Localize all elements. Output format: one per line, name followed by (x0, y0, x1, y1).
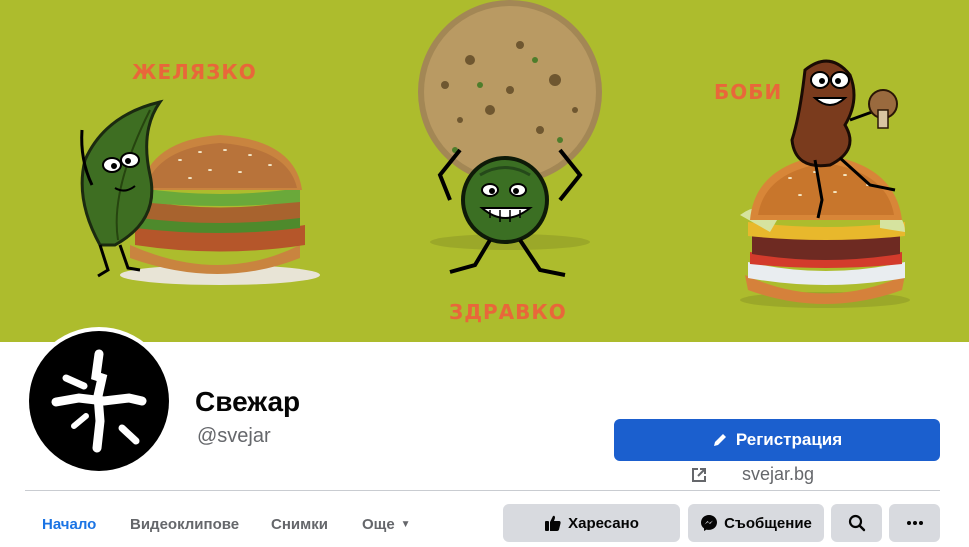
message-button-label: Съобщение (724, 514, 812, 532)
tab-more-label: Още (362, 516, 395, 533)
pencil-icon (713, 434, 726, 446)
tab-more[interactable]: Още ▼ (362, 516, 411, 533)
page-handle: @svejar (197, 425, 271, 447)
cover-illustration (80, 0, 910, 308)
left-burger (80, 99, 320, 285)
svejar-logo-icon (51, 349, 147, 453)
external-link-icon (692, 467, 706, 482)
register-button-label: Регистрация (735, 430, 843, 449)
search-button[interactable] (831, 504, 882, 542)
tab-home[interactable]: Начало (42, 516, 96, 533)
cover-label-bobi: БОБИ (714, 80, 783, 104)
divider (25, 490, 940, 491)
search-icon (848, 514, 865, 532)
tab-photos[interactable]: Снимки (271, 516, 328, 533)
messenger-icon (701, 515, 718, 531)
thumbs-up-icon (545, 515, 561, 531)
avatar-logo (29, 331, 169, 471)
like-button-label: Харесано (568, 514, 639, 532)
caret-down-icon: ▼ (400, 519, 411, 530)
avatar[interactable] (25, 327, 173, 475)
more-dots-icon (906, 521, 923, 525)
page-title: Свежар (195, 386, 301, 417)
more-options-button[interactable] (889, 504, 940, 542)
register-button[interactable]: Регистрация (614, 419, 940, 461)
message-button[interactable]: Съобщение (688, 504, 824, 542)
cover-photo[interactable]: ЖЕЛЯЗКО ЗДРАВКО БОБИ (0, 0, 969, 342)
cover-label-zhelyazko: ЖЕЛЯЗКО (132, 60, 257, 84)
center-patty (418, 0, 602, 277)
cover-label-zdravko: ЗДРАВКО (449, 300, 567, 324)
website-link-text[interactable]: svejar.bg (742, 464, 814, 485)
tab-videos[interactable]: Видеоклипове (130, 516, 239, 533)
like-button[interactable]: Харесано (503, 504, 680, 542)
website-link[interactable]: svejar.bg (690, 464, 814, 485)
